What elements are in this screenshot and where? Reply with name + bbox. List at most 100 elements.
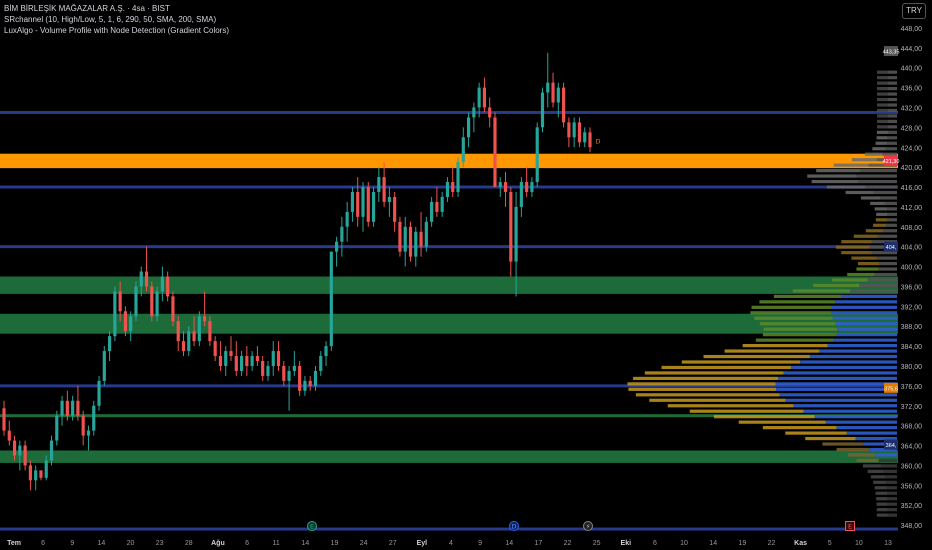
volume-bar [822, 442, 864, 446]
volume-bar [870, 201, 885, 206]
candle-body [356, 191, 360, 217]
candle-body [218, 356, 223, 366]
volume-bar [832, 316, 897, 320]
price-tick-label: 400,00 [901, 265, 923, 272]
price-tick-label: 368,00 [901, 424, 923, 431]
volume-bar [816, 169, 861, 173]
candle-body [76, 400, 80, 416]
candle-body [430, 201, 434, 222]
price-tick-label: 348,00 [901, 523, 923, 530]
volume-bar [877, 81, 888, 85]
volume-bar [886, 480, 897, 484]
candle-body [340, 226, 344, 242]
price-chart[interactable]: 448,00 444,00 440,00 436,00 432,00 428,00 424,… [0, 0, 932, 550]
volume-bar [814, 415, 897, 419]
candle-body [92, 405, 96, 431]
price-tick-label: 352,00 [901, 503, 923, 510]
volume-bar [835, 322, 897, 326]
volume-bar [877, 70, 888, 74]
event-marker-label: D [511, 523, 516, 531]
candle-body [530, 182, 534, 192]
volume-bar [877, 103, 888, 107]
volume-bar [750, 311, 832, 315]
candle-body [324, 346, 328, 357]
volume-bar [877, 76, 888, 80]
candle-body [503, 182, 508, 192]
volume-bar [876, 125, 888, 129]
time-tick-label: 9 [70, 540, 74, 547]
candle-body [408, 226, 413, 257]
volume-bar [867, 278, 897, 282]
candle-body [39, 470, 43, 478]
time-tick-label: 14 [98, 540, 106, 547]
candle-body [7, 430, 11, 441]
chart-legend: BİM BİRLEŞİK MAĞAZALAR A.Ş. · 4sa · BIST… [4, 3, 229, 36]
volume-bar [859, 283, 897, 288]
volume-bar [779, 393, 897, 397]
candle-body [129, 316, 133, 332]
price-tick-label: 356,00 [901, 483, 923, 490]
volume-bar [888, 86, 897, 91]
volume-bar [886, 486, 897, 490]
volume-bar [872, 223, 887, 227]
price-tick-label: 424,00 [901, 145, 923, 152]
volume-bar [888, 97, 897, 102]
volume-bar [793, 404, 897, 408]
candle-body [18, 445, 22, 456]
volume-bar [875, 218, 888, 222]
time-tick-label: 10 [855, 540, 863, 547]
indicator-srchannel[interactable]: SRchannel (10, High/Low, 5, 1, 6, 290, 5… [4, 14, 229, 25]
volume-bar [667, 404, 794, 408]
volume-bar [888, 103, 897, 107]
volume-bar [800, 360, 897, 364]
symbol-title[interactable]: BİM BİRLEŞİK MAĞAZALAR A.Ş. · 4sa · BIST [4, 3, 229, 14]
volume-bar [751, 305, 832, 309]
event-marker[interactable]: E [845, 521, 855, 531]
candle-body [113, 291, 117, 337]
price-tag-label: 364, [886, 443, 897, 449]
time-tick-label: Kas [794, 540, 807, 547]
volume-bar [887, 497, 897, 501]
time-tick-label: 13 [884, 540, 892, 547]
candle-body [261, 361, 265, 376]
volume-bar [876, 114, 888, 118]
candle-body [250, 356, 254, 366]
event-marker[interactable]: E [307, 521, 317, 531]
volume-bar [762, 426, 837, 430]
volume-bar [759, 300, 836, 304]
candle-body [203, 316, 207, 322]
candle-body [482, 87, 486, 108]
time-tick-label: 27 [389, 540, 397, 547]
candle-body [34, 470, 38, 481]
currency-button[interactable]: TRY [902, 3, 926, 19]
volume-bar [846, 431, 897, 435]
time-tick-label: 20 [127, 540, 135, 547]
volume-bar [877, 234, 897, 238]
price-tick-label: 440,00 [901, 66, 923, 73]
volume-bar [882, 229, 897, 233]
time-tick-label: 22 [564, 540, 572, 547]
candle-body [187, 331, 191, 352]
indicator-volume-profile[interactable]: LuxAlgo - Volume Profile with Node Detec… [4, 25, 229, 36]
volume-bar [826, 185, 866, 189]
price-tick-label: 376,00 [901, 384, 923, 391]
candle-body [176, 321, 180, 342]
time-tick-label: Eki [621, 540, 632, 547]
candle-body [361, 187, 365, 217]
candle-body [276, 351, 281, 366]
volume-bar [876, 136, 888, 140]
volume-bar [819, 349, 897, 353]
volume-bar [742, 343, 828, 348]
event-marker[interactable]: D [593, 136, 603, 146]
candle-body [350, 191, 355, 212]
candle-body [445, 182, 450, 197]
volume-bar [825, 420, 897, 424]
volume-bar [876, 502, 888, 506]
event-marker[interactable]: ⚡ [583, 521, 593, 531]
volume-bar [886, 207, 897, 211]
volume-bar [763, 327, 838, 331]
volume-bar [887, 218, 897, 222]
candle-body [23, 445, 27, 466]
volume-bar [792, 289, 851, 293]
event-marker[interactable]: D [509, 521, 519, 531]
